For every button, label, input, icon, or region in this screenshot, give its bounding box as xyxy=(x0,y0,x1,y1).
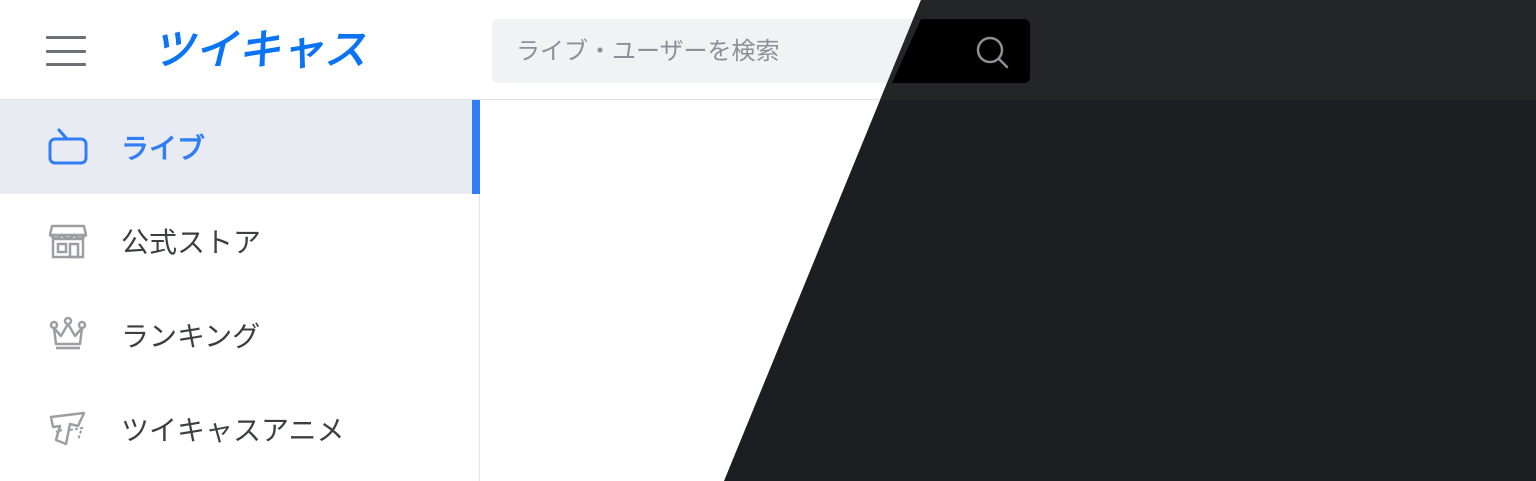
sidebar-item-live[interactable]: ライブ xyxy=(0,100,480,194)
search-box xyxy=(492,19,1030,83)
top-bar: ツイキャス xyxy=(0,0,1536,100)
search-input[interactable] xyxy=(492,19,952,83)
logo[interactable]: ツイキャス xyxy=(152,22,367,78)
tv-icon xyxy=(46,125,90,169)
search-icon[interactable] xyxy=(970,32,1010,72)
sidebar-item-label: ツイキャスアニメ xyxy=(121,414,345,447)
sidebar-item-label: ライブ xyxy=(121,132,206,165)
hamburger-menu-icon[interactable] xyxy=(40,32,92,70)
anime-icon xyxy=(46,407,90,451)
sidebar-item-ranking[interactable]: ランキング xyxy=(0,288,479,382)
store-icon xyxy=(46,219,90,263)
crown-icon xyxy=(46,313,90,357)
sidebar-item-label: 公式ストア xyxy=(121,226,262,259)
sidebar: ライブ 公式ストア ランキング ツイキャスアニメ xyxy=(0,100,480,481)
sidebar-item-anime[interactable]: ツイキャスアニメ xyxy=(0,382,479,476)
sidebar-item-label: ランキング xyxy=(121,320,261,353)
sidebar-item-store[interactable]: 公式ストア xyxy=(0,194,479,288)
